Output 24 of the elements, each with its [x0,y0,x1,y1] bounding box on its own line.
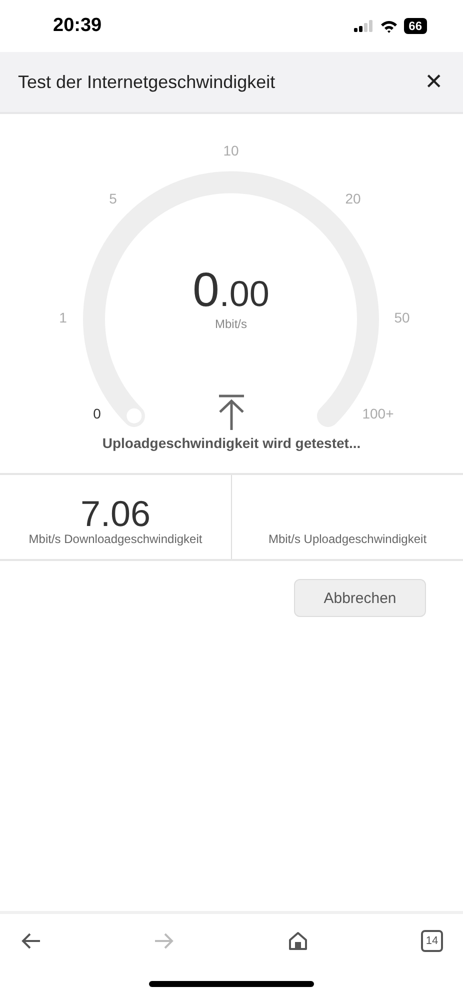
gauge-tick-label: 50 [394,310,410,326]
speed-unit: Mbit/s [215,317,247,331]
status-time: 20:39 [53,15,102,37]
tab-count-button[interactable]: 14 [420,930,443,952]
cancel-button[interactable]: Abbrechen [294,579,426,617]
upload-arrow-icon [218,394,244,432]
close-button[interactable]: ✕ [420,70,447,94]
page-title: Test der Internetgeschwindigkeit [18,72,276,92]
gauge-tick-label: 10 [223,142,239,159]
gauge-tick-label: 1 [59,310,67,326]
gauge-tick-label: 0 [93,406,101,422]
wifi-icon [380,20,398,32]
gauge-tick-label: 100+ [362,406,394,422]
home-icon[interactable] [288,931,308,951]
gauge-tick-label: 5 [109,190,117,207]
speed-value: 0.00 [192,264,270,317]
signal-icon [354,20,374,32]
battery-indicator: 66 [404,18,427,34]
back-arrow-icon[interactable] [21,933,41,949]
result-label: Mbit/s Downloadgeschwindigkeit [28,532,202,546]
gauge-tick-label: 20 [345,190,361,207]
result-label: Mbit/s Uploadgeschwindigkeit [268,532,427,546]
result-value: 7.06 [80,496,151,532]
test-status-text: Uploadgeschwindigkeit wird getestet... [102,435,361,451]
